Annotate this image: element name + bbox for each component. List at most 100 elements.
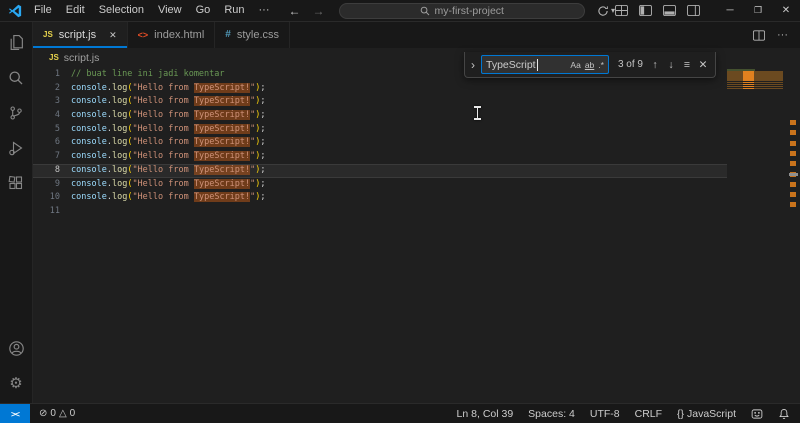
line-number: 3 <box>54 96 60 107</box>
overview-ruler[interactable] <box>787 66 800 403</box>
activity-bar: ⚙ <box>0 22 33 403</box>
line-number: 10 <box>49 192 60 203</box>
code-line[interactable]: 3 console.log("Hello from TypeScript!"); <box>33 95 727 109</box>
regex-icon[interactable]: .* <box>598 60 604 70</box>
code-line[interactable]: 11 <box>33 205 727 219</box>
find-match-highlight: TypeScript! <box>193 178 251 189</box>
find-query-text: TypeScript <box>486 58 536 71</box>
minimap[interactable] <box>727 69 787 92</box>
next-match-icon[interactable]: ↓ <box>663 59 679 71</box>
error-icon: ⊘ <box>39 408 48 419</box>
menu-item-edit[interactable]: Edit <box>59 0 92 21</box>
text-caret <box>536 58 538 71</box>
toggle-secondary-sidebar-icon[interactable] <box>687 5 700 16</box>
line-number: 9 <box>54 178 60 189</box>
eol-sequence[interactable]: CRLF <box>635 408 662 420</box>
source-control-icon[interactable] <box>0 95 33 130</box>
search-icon[interactable] <box>0 60 33 95</box>
code-text: console.log("Hello from TypeScript!"); <box>71 192 266 203</box>
go-back-icon[interactable]: ← <box>289 4 301 18</box>
cursor-position[interactable]: Ln 8, Col 39 <box>457 408 514 420</box>
code-text: console.log("Hello from TypeScript!"); <box>71 82 266 93</box>
line-number: 6 <box>54 137 60 148</box>
code-line[interactable]: 6 console.log("Hello from TypeScript!"); <box>33 136 727 150</box>
code-line[interactable]: 2 console.log("Hello from TypeScript!"); <box>33 82 727 96</box>
settings-gear-icon[interactable]: ⚙ <box>0 366 33 401</box>
toggle-panel-icon[interactable] <box>663 5 676 16</box>
tab-style-css[interactable]: # style.css <box>215 22 291 48</box>
find-input[interactable]: TypeScript Aa ab .* <box>481 55 609 74</box>
account-icon[interactable] <box>0 331 33 366</box>
menu-item-run[interactable]: Run <box>217 0 251 21</box>
code-line[interactable]: 8 console.log("Hello from TypeScript!"); <box>33 163 727 178</box>
vscode-window: { "titlebar": { "menus": ["File", "Edit"… <box>0 0 800 423</box>
notifications-bell-icon[interactable] <box>778 408 790 420</box>
sync-icon <box>598 5 608 16</box>
js-file-icon: JS <box>49 52 59 62</box>
status-bar: >< ⊘ 0 △ 0 Ln 8, Col 39 Spaces: 4 UTF-8 CRLF {… <box>0 403 800 423</box>
go-forward-icon[interactable]: → <box>313 4 325 18</box>
title-bar: File Edit Selection View Go Run ··· ← → my-fir… <box>0 0 800 22</box>
breadcrumb-item-file[interactable]: script.js <box>64 52 100 64</box>
code-line[interactable]: 7 console.log("Hello from TypeScript!"); <box>33 150 727 164</box>
menu-item-go[interactable]: Go <box>189 0 218 21</box>
minimize-icon[interactable]: ─ <box>716 0 744 22</box>
more-actions-icon[interactable]: ··· <box>777 29 788 41</box>
code-text: console.log("Hello from TypeScript!"); <box>71 151 266 162</box>
tab-label: style.css <box>236 29 280 41</box>
menu-item-file[interactable]: File <box>27 0 59 21</box>
code-text: console.log("Hello from TypeScript!"); <box>71 123 266 134</box>
customize-layout-icon[interactable] <box>615 5 628 16</box>
menu-item-view[interactable]: View <box>151 0 189 21</box>
code-line[interactable]: 4 console.log("Hello from TypeScript!"); <box>33 109 727 123</box>
sync-dropdown-button[interactable]: ▾ <box>597 5 615 17</box>
find-match-highlight: TypeScript! <box>193 96 251 107</box>
split-editor-icon[interactable] <box>753 29 765 41</box>
language-mode[interactable]: {} JavaScript <box>677 408 736 420</box>
code-line[interactable]: 9 console.log("Hello from TypeScript!"); <box>33 178 727 192</box>
search-match-marker <box>790 161 796 167</box>
whole-word-icon[interactable]: ab <box>585 60 594 70</box>
menu-item-selection[interactable]: Selection <box>92 0 151 21</box>
find-match-highlight: TypeScript! <box>193 137 251 148</box>
window-controls: ─ ❐ ✕ <box>716 0 800 22</box>
toggle-replace-chevron-icon[interactable]: › <box>469 58 477 72</box>
feedback-icon[interactable] <box>751 408 763 420</box>
code-line[interactable]: 5 console.log("Hello from TypeScript!"); <box>33 123 727 137</box>
find-match-highlight: TypeScript! <box>193 110 251 121</box>
search-project-label: my-first-project <box>434 4 504 17</box>
toggle-primary-sidebar-icon[interactable] <box>639 5 652 16</box>
mouse-ibeam-cursor <box>473 106 482 120</box>
previous-match-icon[interactable]: ↑ <box>647 59 663 71</box>
tab-index-html[interactable]: <> index.html <box>127 22 216 48</box>
find-match-highlight: TypeScript! <box>193 82 251 93</box>
history-nav: ← → <box>289 4 325 18</box>
extensions-icon[interactable] <box>0 165 33 200</box>
close-window-icon[interactable]: ✕ <box>772 0 800 22</box>
tab-bar: JS script.js ✕ <> index.html # style.css ··· <box>33 22 800 49</box>
code-text: console.log("Hello from TypeScript!"); <box>71 164 266 175</box>
close-icon[interactable]: ✕ <box>695 59 711 71</box>
encoding[interactable]: UTF-8 <box>590 408 620 420</box>
code-text: console.log("Hello from TypeScript!"); <box>71 178 266 189</box>
code-line[interactable]: 10 console.log("Hello from TypeScript!"); <box>33 191 727 205</box>
line-number: 2 <box>54 82 60 93</box>
indentation[interactable]: Spaces: 4 <box>528 408 575 420</box>
find-in-selection-icon[interactable]: ≡ <box>679 59 695 71</box>
menu-item-more[interactable]: ··· <box>252 0 277 21</box>
explorer-icon[interactable] <box>0 25 33 60</box>
tab-script-js[interactable]: JS script.js ✕ <box>33 22 128 48</box>
remote-indicator[interactable]: >< <box>0 404 30 423</box>
cursor-position-marker <box>789 173 798 176</box>
editor-group: JS script.js ✕ <> index.html # style.css ··· J… <box>33 22 800 403</box>
command-center-search[interactable]: my-first-project <box>338 2 585 19</box>
search-match-marker <box>790 192 796 198</box>
problems-status[interactable]: ⊘ 0 △ 0 <box>30 408 84 419</box>
match-case-icon[interactable]: Aa <box>570 60 580 70</box>
run-debug-icon[interactable] <box>0 130 33 165</box>
line-number: 7 <box>54 151 60 162</box>
code-editor[interactable]: 1 // buat line ini jadi komentar 2 console.… <box>33 66 800 403</box>
close-tab-icon[interactable]: ✕ <box>109 30 117 41</box>
restore-icon[interactable]: ❐ <box>744 0 772 22</box>
line-number: 11 <box>49 205 60 216</box>
